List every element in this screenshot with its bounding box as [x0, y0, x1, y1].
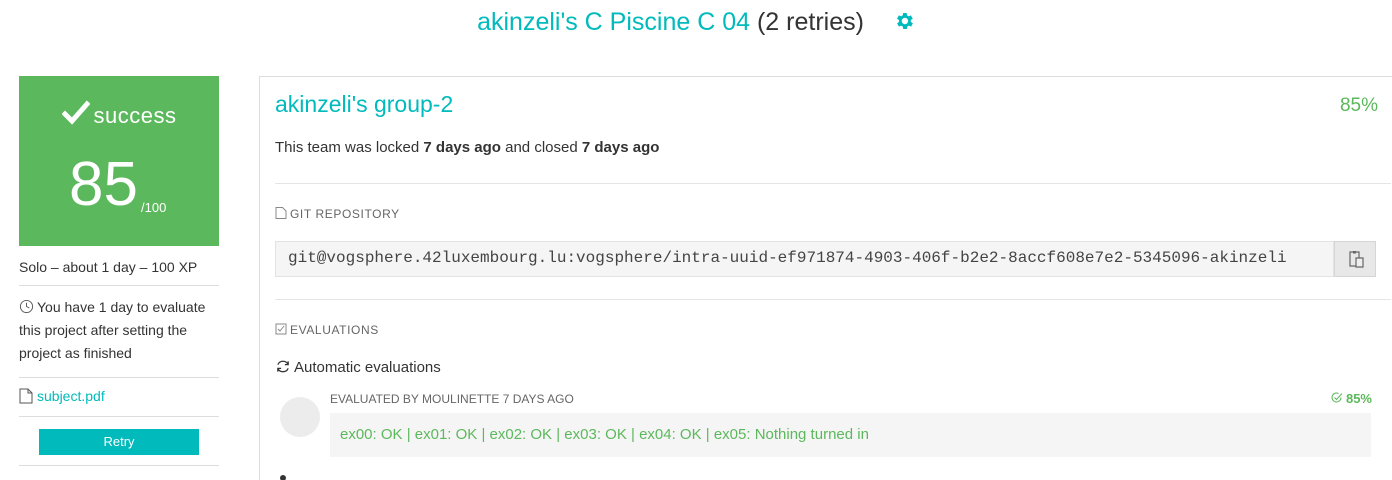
- team-percent: 85%: [1339, 95, 1378, 116]
- file-icon: [275, 207, 287, 219]
- git-repository-heading: GIT REPOSITORY: [275, 207, 400, 221]
- subject-pdf-link[interactable]: subject.pdf: [37, 388, 105, 404]
- moulinette-trace: ex00: OK | ex01: OK | ex02: OK | ex03: O…: [330, 413, 1371, 457]
- file-icon: [19, 388, 33, 404]
- retry-row: Retry: [19, 417, 219, 466]
- evaluations-heading: EVALUATIONS: [275, 323, 379, 337]
- git-repository-label: GIT REPOSITORY: [290, 207, 400, 221]
- team-status: This team was locked 7 days ago and clos…: [275, 139, 659, 156]
- check-circle-icon: [1331, 392, 1343, 403]
- evaluations-label: EVALUATIONS: [290, 323, 379, 337]
- evaluated-by: EVALUATED BY MOULINETTE 7 DAYS AGO: [330, 392, 574, 406]
- retry-button[interactable]: Retry: [39, 429, 199, 455]
- automatic-evaluations-label: Automatic evaluations: [294, 359, 441, 376]
- project-title-link[interactable]: akinzeli's C Piscine C 04: [477, 8, 750, 36]
- divider: [275, 183, 1391, 184]
- clipboard-icon: [1349, 251, 1364, 268]
- gear-icon[interactable]: [893, 10, 915, 32]
- avatar: [280, 397, 320, 437]
- automatic-evaluations: Automatic evaluations: [275, 359, 441, 376]
- check-square-icon: [275, 323, 287, 335]
- git-url-field[interactable]: git@vogsphere.42luxembourg.lu:vogsphere/…: [275, 241, 1334, 277]
- copy-url-button[interactable]: [1334, 241, 1376, 277]
- evaluation-notice-text: You have 1 day to evaluate this project …: [19, 299, 206, 361]
- project-sidebar: success 85 /100 Solo – about 1 day – 100…: [19, 76, 219, 466]
- mark-max: /100: [141, 200, 167, 215]
- status-label: success: [93, 103, 177, 128]
- evaluation-percent: 85%: [1331, 391, 1372, 406]
- subject-row: subject.pdf: [19, 378, 219, 417]
- bullet-dot: [280, 475, 286, 480]
- page-title: akinzeli's C Piscine C 04 (2 retries): [0, 8, 1392, 37]
- clock-icon: [19, 299, 34, 314]
- team-status-middle: and closed: [505, 139, 578, 156]
- refresh-icon: [277, 360, 289, 373]
- team-status-prefix: This team was locked: [275, 139, 420, 156]
- evaluation-percent-value: 85%: [1345, 391, 1372, 406]
- locked-time: 7 days ago: [423, 139, 501, 156]
- closed-time: 7 days ago: [581, 139, 660, 156]
- score-box: success 85 /100: [19, 76, 219, 246]
- team-panel: akinzeli's group-2 85% This team was loc…: [259, 76, 1392, 480]
- retries-count: (2 retries): [756, 8, 864, 36]
- status-label-container: success: [19, 100, 219, 129]
- divider: [275, 299, 1391, 300]
- team-name[interactable]: akinzeli's group-2: [275, 91, 453, 118]
- check-icon: [60, 100, 91, 125]
- evaluation-notice: You have 1 day to evaluate this project …: [19, 286, 219, 378]
- project-meta: Solo – about 1 day – 100 XP: [19, 259, 219, 286]
- final-mark: 85: [69, 150, 138, 219]
